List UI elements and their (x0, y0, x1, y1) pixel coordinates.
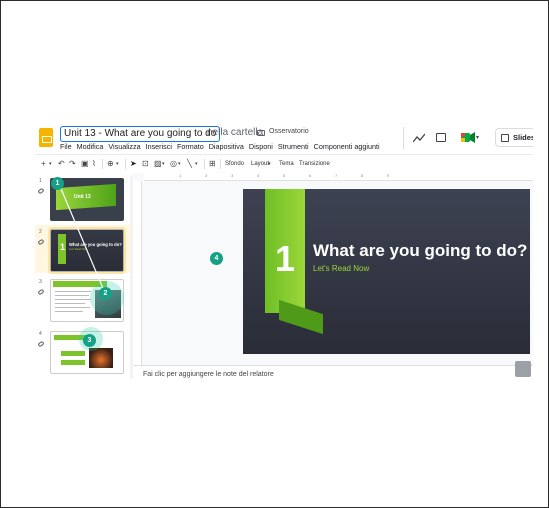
thumb-text-line (55, 299, 91, 301)
header-separator (403, 127, 404, 149)
menu-componenti[interactable]: Componenti aggiunti (314, 142, 380, 151)
print-icon[interactable]: ▣ (81, 158, 89, 170)
ruler-label: 3 (231, 173, 234, 178)
ruler-label: 8 (361, 173, 364, 178)
slide-thumbnail-2[interactable]: 1 What are you going to do? Let's Read N… (48, 227, 126, 274)
background-button[interactable]: Sfondo (225, 158, 244, 170)
new-slide-icon[interactable]: + (41, 158, 46, 170)
thumb-number: 3 (39, 279, 42, 285)
layout-button[interactable]: Layout (251, 158, 269, 170)
activity-trend-icon[interactable] (413, 133, 425, 143)
callout-marker-2: 2 (99, 287, 112, 300)
thumb-photo (89, 348, 113, 368)
document-title-input[interactable]: Unit 13 - What are you going to do (60, 126, 221, 142)
layout-dropdown-icon[interactable]: ▾ (268, 158, 271, 170)
toolbar: + ▾ ↶ ↷ ▣ ⌇ ⊕ ▾ ➤ ⊡ ▨ ▾ ◎ ▾ ╲ ▾ ⊞ Sfondo… (39, 158, 529, 170)
ruler-label: 6 (309, 173, 312, 178)
folder-name[interactable]: Osservatorio (269, 128, 309, 135)
slides-app: Unit 13 - What are you going to do nella… (35, 121, 533, 379)
shape-icon[interactable]: ◎ (170, 158, 177, 170)
ruler-label: 1 (179, 173, 182, 178)
thumb-green-bar (61, 360, 85, 365)
thumb-text-line (55, 307, 90, 309)
thumb-subtitle: Let's Read Now (69, 248, 87, 251)
thumb-text-line (55, 295, 89, 297)
ruler-label: 5 (283, 173, 286, 178)
comment-add-icon[interactable]: ⊞ (209, 158, 216, 170)
thumb-text-line (55, 291, 91, 293)
select-pointer-icon[interactable]: ➤ (130, 158, 137, 170)
line-icon[interactable]: ╲ (187, 158, 192, 170)
slides-logo-icon[interactable] (39, 128, 53, 147)
menu-inserisci[interactable]: Inserisci (146, 142, 172, 151)
meet-dropdown-icon[interactable]: ▾ (476, 134, 479, 141)
paint-format-icon[interactable]: ⌇ (92, 158, 96, 170)
thumb-number: 1 (39, 178, 42, 184)
present-icon (501, 134, 509, 142)
image-dropdown-icon[interactable]: ▾ (162, 158, 165, 170)
text-box-icon[interactable]: ⊡ (142, 158, 149, 170)
menu-visualizza[interactable]: Visualizza (108, 142, 140, 151)
image-icon[interactable]: ▨ (154, 158, 162, 170)
speaker-notes-input[interactable]: Fai clic per aggiungere le note del rela… (143, 371, 274, 378)
menu-formato[interactable]: Formato (177, 142, 204, 151)
ruler-label: 9 (387, 173, 390, 178)
callout-marker-4: 4 (210, 252, 223, 265)
filmstrip-scrollbar[interactable] (130, 175, 133, 379)
folder-icon[interactable] (257, 130, 265, 136)
current-slide[interactable]: 1 What are you going to do? Let's Read N… (243, 189, 530, 354)
ruler-label: 4 (257, 173, 260, 178)
menu-diapositiva[interactable]: Diapositiva (209, 142, 244, 151)
thumb-text-line (55, 311, 83, 313)
folder-prefix: nella cartella (207, 127, 264, 138)
header-divider (35, 154, 533, 155)
slide-subtitle[interactable]: Let's Read Now (313, 264, 369, 273)
vertical-ruler (134, 181, 142, 365)
toolbar-separator (204, 159, 205, 169)
meet-icon[interactable] (461, 132, 475, 143)
callout-marker-1: 1 (51, 177, 64, 190)
horizontal-ruler: 1 2 3 4 5 6 7 8 9 (144, 173, 533, 181)
slideshow-label: Slideshow (513, 133, 533, 142)
transition-button[interactable]: Transizione (299, 158, 330, 170)
thumb-number: 4 (39, 331, 42, 337)
callout-marker-3: 3 (83, 334, 96, 347)
menu-bar: File Modifica Visualizza Inserisci Forma… (60, 142, 380, 151)
slide-title[interactable]: What are you going to do? (313, 241, 527, 261)
new-slide-dropdown-icon[interactable]: ▾ (49, 158, 52, 170)
menu-disponi[interactable]: Disponi (249, 142, 273, 151)
menu-modifica[interactable]: Modifica (77, 142, 104, 151)
thumb-title: What are you going to do? (69, 242, 122, 247)
thumb-number: 2 (39, 229, 42, 235)
ruler-label: 2 (205, 173, 208, 178)
line-dropdown-icon[interactable]: ▾ (195, 158, 198, 170)
zoom-dropdown-icon[interactable]: ▾ (116, 158, 119, 170)
menu-file[interactable]: File (60, 142, 72, 151)
screenshot-frame: Unit 13 - What are you going to do nella… (0, 0, 549, 508)
redo-icon[interactable]: ↷ (69, 158, 76, 170)
menu-strumenti[interactable]: Strumenti (278, 142, 309, 151)
slideshow-button[interactable]: Slideshow (495, 128, 533, 147)
notes-divider[interactable] (134, 365, 533, 366)
undo-icon[interactable]: ↶ (58, 158, 65, 170)
explore-icon[interactable] (515, 361, 531, 377)
thumb-text-line (55, 303, 85, 305)
thumb-slide-number: 1 (60, 242, 66, 252)
shape-dropdown-icon[interactable]: ▾ (178, 158, 181, 170)
zoom-icon[interactable]: ⊕ (107, 158, 114, 170)
thumb-green-bar (61, 351, 85, 356)
slide-big-number[interactable]: 1 (275, 238, 295, 280)
thumb-title: Unit 13 (74, 194, 91, 200)
ruler-label: 7 (335, 173, 338, 178)
comment-history-icon[interactable] (436, 133, 446, 142)
toolbar-separator (102, 159, 103, 169)
toolbar-separator (125, 159, 126, 169)
theme-button[interactable]: Tema (279, 158, 294, 170)
toolbar-separator (220, 159, 221, 169)
